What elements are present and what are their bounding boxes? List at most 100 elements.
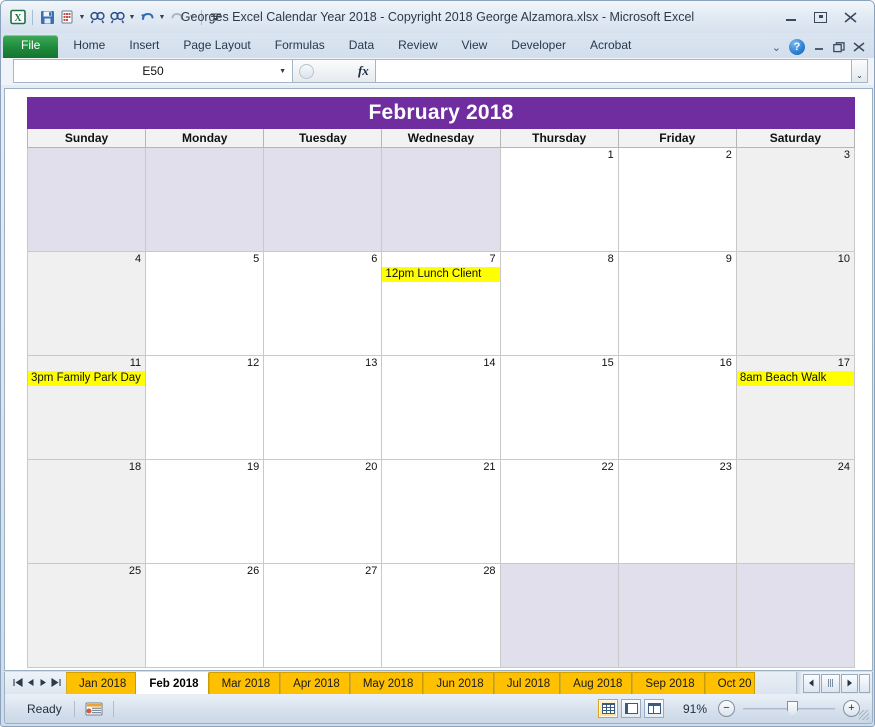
zoom-in-button[interactable]: +	[843, 700, 860, 717]
tab-home[interactable]: Home	[61, 35, 117, 58]
calendar-empty-cell[interactable]	[499, 563, 619, 668]
calendar-day-cell[interactable]: 5	[145, 251, 265, 356]
calendar-day-cell[interactable]: 8	[499, 251, 619, 356]
sheet-tab-mar-2018[interactable]: Mar 2018	[208, 672, 281, 694]
page-layout-view-button[interactable]	[621, 699, 641, 718]
zoom-out-button[interactable]: −	[718, 700, 735, 717]
calendar-day-cell[interactable]: 20	[263, 459, 383, 564]
insert-function-icon[interactable]: fx	[358, 63, 369, 79]
calendar-empty-cell[interactable]	[26, 147, 147, 252]
next-sheet-button[interactable]	[37, 678, 49, 689]
resize-grip-icon[interactable]	[859, 710, 869, 720]
name-box-dropdown-icon[interactable]: ▼	[279, 68, 286, 75]
first-sheet-button[interactable]	[11, 677, 23, 689]
calendar-empty-cell[interactable]	[145, 147, 265, 252]
record-macro-icon[interactable]	[83, 701, 105, 717]
formula-input[interactable]	[376, 59, 852, 83]
calendar-day-cell[interactable]: 3	[735, 147, 856, 252]
calendar-day-cell[interactable]: 10	[735, 251, 856, 356]
horizontal-scrollbar[interactable]	[802, 672, 872, 694]
tab-file[interactable]: File	[3, 35, 59, 58]
calendar-day-cell[interactable]: 7 12pm Lunch Client	[381, 251, 501, 356]
find-icon[interactable]	[88, 8, 106, 26]
sheet-tab-aug-2018[interactable]: Aug 2018	[560, 672, 633, 694]
print-dropdown-icon[interactable]: ▼	[78, 14, 86, 21]
calendar-day-cell[interactable]: 13	[263, 355, 383, 460]
tab-acrobat[interactable]: Acrobat	[578, 35, 643, 58]
workbook-restore-button[interactable]	[833, 41, 845, 53]
calendar-day-cell[interactable]: 17 8am Beach Walk	[735, 355, 856, 460]
scroll-right-button[interactable]	[841, 673, 858, 693]
calendar-event[interactable]: 12pm Lunch Client	[382, 267, 500, 282]
calendar-day-cell[interactable]: 25	[26, 563, 147, 668]
restore-button[interactable]	[810, 10, 831, 25]
calendar-empty-cell[interactable]	[617, 563, 737, 668]
close-icon[interactable]	[840, 10, 861, 25]
sheet-tab-may-2018[interactable]: May 2018	[349, 672, 424, 694]
calendar-day-cell[interactable]: 22	[499, 459, 619, 564]
chevron-down-icon[interactable]: ⌄	[772, 41, 781, 54]
find-dropdown-icon[interactable]: ▼	[128, 14, 136, 21]
scroll-left-button[interactable]	[803, 673, 820, 693]
customize-qat-icon[interactable]	[207, 8, 225, 26]
sheet-tab-sep-2018[interactable]: Sep 2018	[632, 672, 705, 694]
calendar-day-cell[interactable]: 12	[145, 355, 265, 460]
calendar-day-cell[interactable]: 4	[26, 251, 147, 356]
tab-formulas[interactable]: Formulas	[263, 35, 337, 58]
sheet-tab-oct-20[interactable]: Oct 20	[704, 672, 755, 694]
calendar-day-cell[interactable]: 15	[499, 355, 619, 460]
minimize-button[interactable]	[780, 10, 801, 25]
zoom-slider[interactable]	[743, 700, 835, 717]
tab-page-layout[interactable]: Page Layout	[171, 35, 262, 58]
calendar-day-cell[interactable]: 18	[26, 459, 147, 564]
normal-view-button[interactable]	[598, 699, 618, 718]
calendar-empty-cell[interactable]	[381, 147, 501, 252]
sheet-tab-jan-2018[interactable]: Jan 2018	[66, 672, 137, 694]
undo-dropdown-icon[interactable]: ▼	[158, 14, 166, 21]
last-sheet-button[interactable]	[50, 677, 62, 689]
tab-review[interactable]: Review	[386, 35, 449, 58]
undo-icon[interactable]	[138, 8, 156, 26]
calendar-day-cell[interactable]: 16	[617, 355, 737, 460]
calendar-day-cell[interactable]: 26	[145, 563, 265, 668]
find-next-icon[interactable]	[108, 8, 126, 26]
calendar-day-cell[interactable]: 14	[381, 355, 501, 460]
calendar-day-cell[interactable]: 24	[735, 459, 856, 564]
workbook-close-icon[interactable]	[853, 42, 865, 52]
expand-formula-bar-icon[interactable]: ⌄	[852, 59, 868, 83]
calendar-day-cell[interactable]: 23	[617, 459, 737, 564]
calendar-day-cell[interactable]: 9	[617, 251, 737, 356]
help-icon[interactable]: ?	[789, 39, 805, 55]
horizontal-scroll-thumb[interactable]	[821, 673, 840, 693]
tab-view[interactable]: View	[450, 35, 500, 58]
calendar-day-cell[interactable]: 1	[499, 147, 619, 252]
tab-developer[interactable]: Developer	[499, 35, 578, 58]
calendar-day-cell[interactable]: 28	[381, 563, 501, 668]
worksheet-area[interactable]: February 2018 Sunday Monday Tuesday Wedn…	[4, 88, 873, 671]
calendar-day-cell[interactable]: 27	[263, 563, 383, 668]
workbook-minimize-button[interactable]	[813, 42, 825, 52]
page-break-preview-button[interactable]	[644, 699, 664, 718]
sheet-tab-apr-2018[interactable]: Apr 2018	[280, 672, 350, 694]
tab-data[interactable]: Data	[337, 35, 386, 58]
scroll-track-end[interactable]	[859, 673, 870, 693]
sheet-tab-jun-2018[interactable]: Jun 2018	[423, 672, 494, 694]
calendar-empty-cell[interactable]	[263, 147, 383, 252]
calendar-day-cell[interactable]: 19	[145, 459, 265, 564]
previous-sheet-button[interactable]	[24, 678, 36, 689]
name-box[interactable]: E50 ▼	[13, 59, 293, 83]
calendar-event[interactable]: 8am Beach Walk	[736, 371, 854, 386]
zoom-level-label[interactable]: 91%	[677, 702, 707, 716]
zoom-slider-thumb[interactable]	[787, 700, 798, 717]
calendar-day-cell[interactable]: 2	[617, 147, 737, 252]
sheet-tab-feb-2018[interactable]: Feb 2018	[136, 672, 209, 694]
tab-insert[interactable]: Insert	[117, 35, 171, 58]
calendar-event[interactable]: 3pm Family Park Day	[28, 371, 146, 386]
sheet-tab-jul-2018[interactable]: Jul 2018	[493, 672, 561, 694]
calendar-empty-cell[interactable]	[735, 563, 856, 668]
calendar-day-cell[interactable]: 11 3pm Family Park Day	[26, 355, 147, 460]
calendar-day-cell[interactable]: 21	[381, 459, 501, 564]
save-icon[interactable]	[38, 8, 56, 26]
print-preview-icon[interactable]	[58, 8, 76, 26]
calendar-day-cell[interactable]: 6	[263, 251, 383, 356]
